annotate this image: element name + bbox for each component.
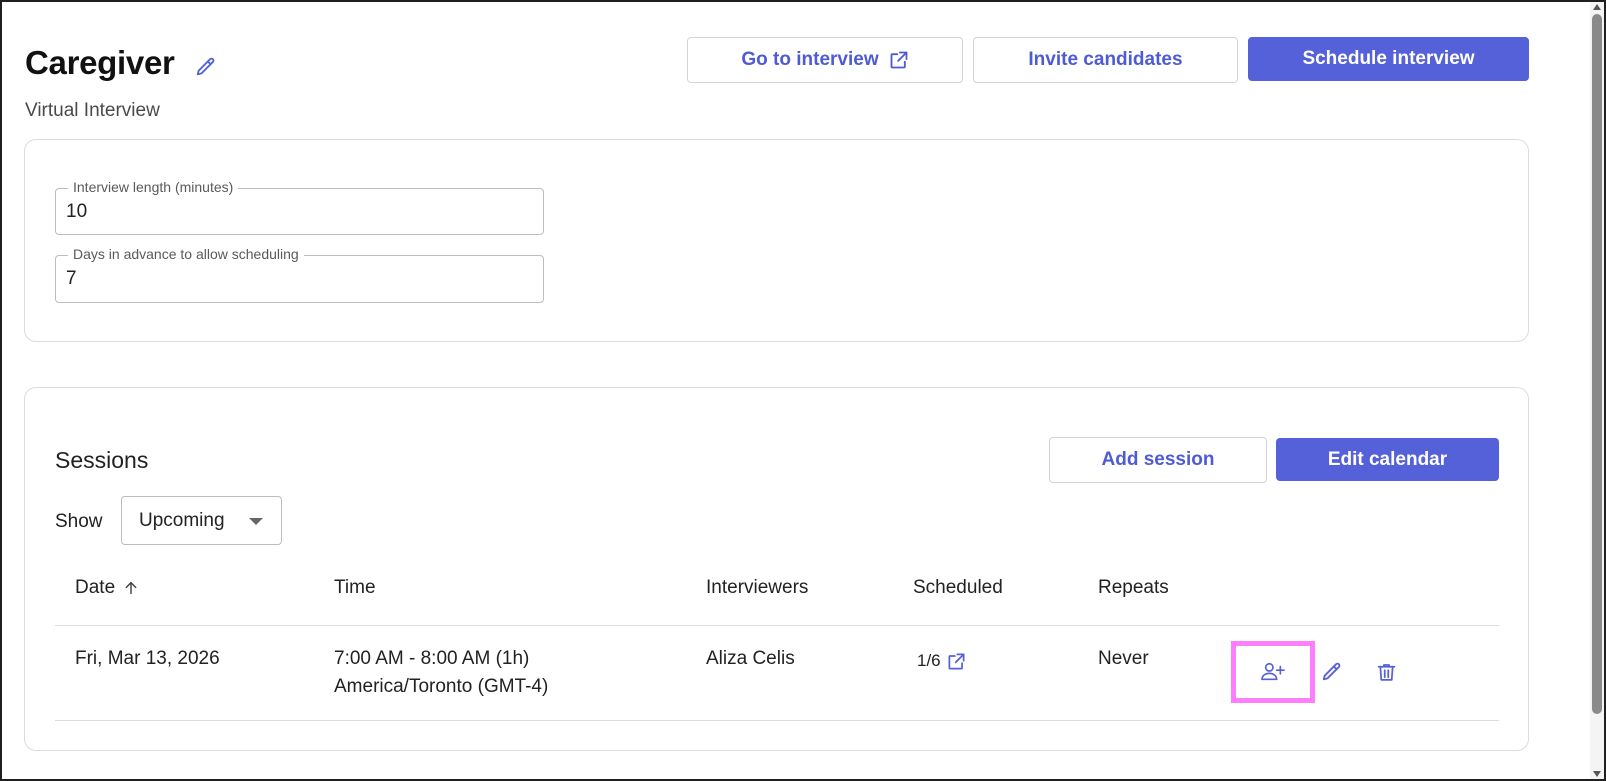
days-in-advance-value: 7 [66,268,77,289]
session-scheduled-count: 1/6 [917,651,941,670]
sessions-title: Sessions [55,447,149,473]
interview-length-label: Interview length (minutes) [68,179,239,195]
vertical-scrollbar[interactable] [1590,2,1604,779]
session-scheduled-link[interactable]: 1/6 [917,647,966,675]
show-filter-select[interactable]: Upcoming [121,496,282,545]
add-candidate-button[interactable] [1236,646,1310,698]
edit-title-button[interactable] [193,54,219,80]
external-link-icon [948,653,965,669]
table-row-divider [55,720,1499,721]
go-to-interview-button[interactable]: Go to interview [687,37,963,83]
scroll-down-icon[interactable] [1593,771,1601,777]
column-header-date-label: Date [75,577,116,598]
schedule-interview-button[interactable]: Schedule interview [1248,37,1529,81]
add-session-label: Add session [1101,449,1215,470]
column-header-time: Time [334,577,376,598]
chevron-down-icon [249,518,263,525]
session-repeats: Never [1098,648,1149,669]
scrollbar-thumb[interactable] [1592,14,1602,714]
column-header-date[interactable]: Date [75,577,139,599]
person-add-icon [1261,662,1285,681]
arrow-up-icon [125,581,137,595]
show-filter-value: Upcoming [139,510,225,531]
add-session-button[interactable]: Add session [1049,437,1267,483]
session-date: Fri, Mar 13, 2026 [75,648,220,669]
invite-candidates-label: Invite candidates [1028,49,1183,70]
interview-length-value: 10 [66,201,88,222]
session-timezone: America/Toronto (GMT-4) [334,676,549,697]
sessions-card: Sessions Add session Edit calendar Show … [24,387,1529,751]
days-in-advance-field[interactable]: Days in advance to allow scheduling 7 [55,246,544,303]
interview-settings-card: Interview length (minutes) 10 Days in ad… [24,139,1529,342]
page-subtitle: Virtual Interview [25,100,160,121]
external-link-icon [890,51,908,69]
column-header-scheduled: Scheduled [913,577,1003,598]
schedule-interview-label: Schedule interview [1302,48,1475,69]
edit-calendar-label: Edit calendar [1327,448,1448,470]
pencil-icon [1322,662,1341,681]
delete-session-button[interactable] [1372,658,1400,686]
page-title: Caregiver [25,44,175,81]
session-time-range: 7:00 AM - 8:00 AM (1h) [334,648,530,669]
interview-length-field[interactable]: Interview length (minutes) 10 [55,179,544,235]
pencil-icon [196,57,215,76]
table-header-divider [55,625,1499,626]
edit-calendar-button[interactable]: Edit calendar [1276,438,1499,481]
edit-session-button[interactable] [1318,658,1346,686]
session-time: 7:00 AM - 8:00 AM (1h) America/Toronto (… [334,645,548,701]
session-interviewers: Aliza Celis [706,648,795,669]
go-to-interview-label: Go to interview [741,49,879,70]
trash-icon [1377,664,1395,681]
column-header-repeats: Repeats [1098,577,1169,598]
scroll-up-icon[interactable] [1593,4,1601,10]
column-header-interviewers: Interviewers [706,577,809,598]
show-filter-label: Show [55,511,103,532]
days-in-advance-label: Days in advance to allow scheduling [68,246,304,262]
invite-candidates-button[interactable]: Invite candidates [973,37,1238,83]
